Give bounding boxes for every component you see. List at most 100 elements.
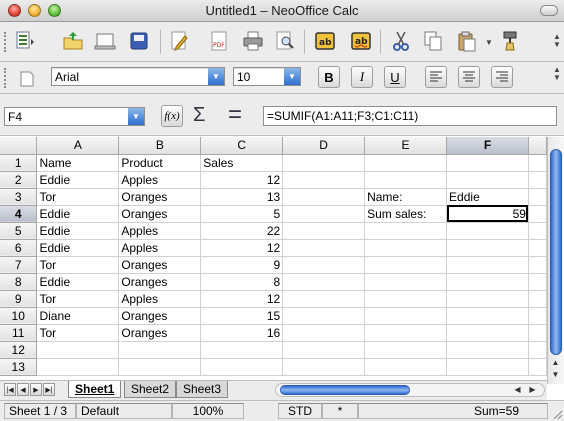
underline-button[interactable]: U — [384, 66, 406, 88]
cell-C3[interactable]: 13 — [200, 188, 284, 206]
cell-overflow[interactable] — [528, 358, 547, 376]
cell-F3[interactable]: Eddie — [446, 188, 529, 206]
toolbar-grip[interactable] — [4, 32, 7, 52]
cell-overflow[interactable] — [528, 222, 547, 240]
copy-icon[interactable] — [420, 28, 446, 54]
cell-F8[interactable] — [446, 273, 529, 291]
previous-sheet-icon[interactable]: ◀ — [17, 383, 29, 396]
status-page-style[interactable]: Default — [76, 403, 172, 419]
column-header[interactable]: E — [364, 137, 448, 155]
formula-input[interactable]: =SUMIF(A1:A11;F3;C1:C11) — [263, 106, 557, 126]
spelling-icon[interactable]: ab — [312, 28, 338, 54]
row-header[interactable]: 6 — [0, 239, 38, 257]
cell-F12[interactable] — [446, 341, 529, 359]
cell-overflow[interactable] — [528, 324, 547, 342]
cell-overflow[interactable] — [528, 154, 547, 172]
cell-A4[interactable]: Eddie — [36, 205, 120, 223]
row-header[interactable]: 3 — [0, 188, 38, 206]
cell-D2[interactable] — [282, 171, 366, 189]
cell-D13[interactable] — [282, 358, 366, 376]
cell-B9[interactable]: Apples — [118, 290, 202, 308]
cell-F2[interactable] — [446, 171, 529, 189]
row-header[interactable]: 7 — [0, 256, 38, 274]
cell-A13[interactable] — [36, 358, 120, 376]
cell-D4[interactable] — [282, 205, 366, 223]
name-box[interactable]: F4 ▼ — [4, 107, 145, 126]
scroll-down-arrow-icon[interactable]: ▼ — [548, 369, 563, 380]
cell-D10[interactable] — [282, 307, 366, 325]
row-header[interactable]: 8 — [0, 273, 38, 291]
scroll-right-arrow-icon[interactable]: ▶ — [527, 383, 538, 396]
edit-file-icon[interactable] — [92, 28, 118, 54]
cell-overflow[interactable] — [528, 307, 547, 325]
new-document-icon[interactable] — [12, 28, 38, 54]
cell-F6[interactable] — [446, 239, 529, 257]
cell-C2[interactable]: 12 — [200, 171, 284, 189]
font-size-combo[interactable]: 10 ▼ — [233, 67, 301, 86]
cell-F5[interactable] — [446, 222, 529, 240]
row-header[interactable]: 2 — [0, 171, 38, 189]
cell-D11[interactable] — [282, 324, 366, 342]
cell-C7[interactable]: 9 — [200, 256, 284, 274]
italic-button[interactable]: I — [351, 66, 373, 88]
cell-overflow[interactable] — [528, 273, 547, 291]
cell-B6[interactable]: Apples — [118, 239, 202, 257]
column-header[interactable]: A — [36, 137, 120, 155]
row-header[interactable]: 4 — [0, 205, 38, 223]
export-pdf-icon[interactable]: PDF — [206, 28, 232, 54]
toolbar-toggle-button[interactable] — [540, 5, 558, 16]
scroll-up-arrow-icon[interactable]: ▲ — [548, 357, 563, 368]
cell-B8[interactable]: Oranges — [118, 273, 202, 291]
last-sheet-icon[interactable]: ▶| — [43, 383, 55, 396]
cell-C12[interactable] — [200, 341, 284, 359]
cell-E13[interactable] — [364, 358, 448, 376]
cell-B10[interactable]: Oranges — [118, 307, 202, 325]
cell-B4[interactable]: Oranges — [118, 205, 202, 223]
row-header[interactable]: 12 — [0, 341, 38, 359]
cell-E7[interactable] — [364, 256, 448, 274]
function-button[interactable]: = — [228, 101, 242, 129]
vertical-scrollbar[interactable] — [547, 137, 564, 384]
column-header[interactable] — [528, 137, 547, 155]
align-left-icon[interactable] — [425, 66, 447, 88]
cell-overflow[interactable] — [528, 239, 547, 257]
cell-C6[interactable]: 12 — [200, 239, 284, 257]
column-header[interactable]: C — [200, 137, 284, 155]
cell-D1[interactable] — [282, 154, 366, 172]
column-header-active[interactable]: F — [446, 137, 529, 155]
vertical-scroll-thumb[interactable] — [550, 149, 562, 355]
cell-A3[interactable]: Tor — [36, 188, 120, 206]
cell-C13[interactable] — [200, 358, 284, 376]
cell-B11[interactable]: Oranges — [118, 324, 202, 342]
cell-B1[interactable]: Product — [118, 154, 202, 172]
cell-F13[interactable] — [446, 358, 529, 376]
cell-D8[interactable] — [282, 273, 366, 291]
save-icon[interactable] — [126, 28, 152, 54]
cell-B12[interactable] — [118, 341, 202, 359]
next-sheet-icon[interactable]: ▶ — [30, 383, 42, 396]
cell-D6[interactable] — [282, 239, 366, 257]
status-zoom[interactable]: 100% — [172, 403, 244, 419]
align-center-icon[interactable] — [458, 66, 480, 88]
cell-C5[interactable]: 22 — [200, 222, 284, 240]
cell-A1[interactable]: Name — [36, 154, 120, 172]
toolbar-grip[interactable] — [4, 68, 7, 88]
cell-F9[interactable] — [446, 290, 529, 308]
font-name-combo[interactable]: Arial ▼ — [51, 67, 225, 86]
scroll-left-arrow-icon[interactable]: ◀ — [512, 383, 523, 396]
cell-overflow[interactable] — [528, 205, 547, 223]
paste-icon[interactable] — [454, 28, 480, 54]
cell-B13[interactable] — [118, 358, 202, 376]
cell-overflow[interactable] — [528, 290, 547, 308]
cell-B7[interactable]: Oranges — [118, 256, 202, 274]
cell-C11[interactable]: 16 — [200, 324, 284, 342]
select-all-corner[interactable] — [0, 137, 38, 155]
tab-sheet1[interactable]: Sheet1 — [68, 381, 122, 398]
page-preview-icon[interactable] — [272, 28, 298, 54]
cell-E3[interactable]: Name: — [364, 188, 448, 206]
toolbar-overflow-icon[interactable]: ▲ ▼ — [552, 33, 562, 49]
cell-E12[interactable] — [364, 341, 448, 359]
row-header[interactable]: 1 — [0, 154, 38, 172]
cut-icon[interactable] — [388, 28, 414, 54]
row-header[interactable]: 5 — [0, 222, 38, 240]
